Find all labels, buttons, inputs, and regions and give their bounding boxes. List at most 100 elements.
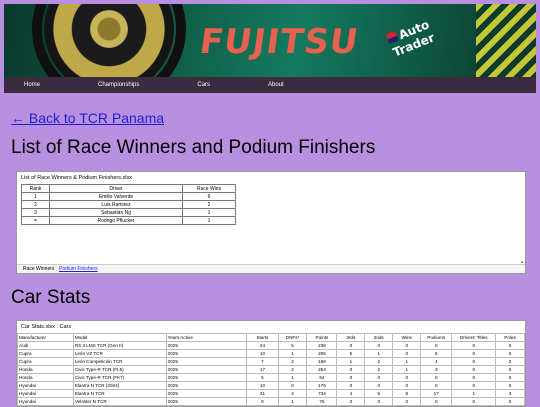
table-cell: 0 (495, 349, 525, 358)
table-row: HyundaiElantra N TCR202531473445817136 (17, 389, 525, 398)
table-cell: Hyundai (17, 381, 74, 390)
table-cell: Honda (17, 373, 74, 382)
nav-championships[interactable]: Championships (98, 82, 139, 88)
column-header: Model (72, 333, 167, 342)
table-cell: 4 (277, 389, 308, 398)
table-cell: 1 (277, 373, 308, 382)
table-cell: 2025 (165, 357, 248, 366)
table-row: Honda Civic Type-R TCR (FK7) 2025 5 1 64 0 0 0 0 0… (17, 373, 525, 382)
table-cell: Honda (17, 365, 74, 374)
table-cell: 1 (182, 208, 236, 217)
table-row: HyundaiVeloster N TCR202581760000000 (17, 397, 525, 406)
table-cell: Rodrigo Pflucker (49, 216, 183, 225)
table-cell: 2025 (165, 373, 248, 382)
table-cell: Elantra N TCR (72, 389, 167, 398)
table-cell: RS 3 LMS TCR (Gen II) (72, 341, 167, 350)
page-title-winners: List of Race Winners and Podium Finisher… (11, 137, 376, 158)
table-cell: 0 (392, 341, 422, 350)
table-cell: Hyundai (17, 389, 74, 398)
table-cell: 10 (246, 349, 279, 358)
table-cell: 0 (336, 365, 366, 374)
table-cell: 0 (336, 381, 366, 390)
table-cell: 2025 (165, 397, 248, 406)
table-cell: 2 (277, 365, 308, 374)
table-cell: = (21, 216, 50, 225)
table-cell: 1 (392, 357, 422, 366)
tab-race-winners[interactable]: Race Winners (23, 266, 54, 272)
flag-icon (385, 30, 399, 45)
table-cell: 2025 (165, 389, 248, 398)
table-cell: 17 (420, 389, 453, 398)
fujitsu-logo: FUJITSU (197, 22, 362, 62)
table-cell: 2 (495, 357, 525, 366)
table-row: 2 Luis Ramirez 2 (21, 200, 236, 209)
table-cell: 0 (364, 381, 394, 390)
table-cell: 76 (306, 397, 338, 406)
column-header: 2nds (364, 333, 394, 342)
table-cell: Civic Type-R TCR (FK7) (72, 373, 167, 382)
table-cell: 0 (336, 373, 366, 382)
table-cell: 1 (364, 349, 394, 358)
column-header: DNFs* (277, 333, 308, 342)
winners-sheet-title: List of Race Winners & Podium Finishers.… (21, 175, 132, 181)
table-cell: 0 (392, 373, 422, 382)
table-cell: Sebastián Ng (49, 208, 183, 217)
table-cell: 2025 (165, 349, 248, 358)
table-cell: 2 (364, 365, 394, 374)
table-cell: 0 (451, 349, 497, 358)
table-cell: 31 (246, 389, 279, 398)
table-cell: 1 (277, 349, 308, 358)
table-cell: 64 (306, 373, 338, 382)
table-cell: 0 (495, 381, 525, 390)
table-cell: 2025 (165, 381, 248, 390)
col-driver: Driver (49, 184, 183, 193)
table-cell: 0 (451, 373, 497, 382)
nav-about[interactable]: About (268, 82, 284, 88)
column-header: Manufacturer (17, 333, 74, 342)
table-cell: 0 (420, 373, 453, 382)
column-header: Starts (246, 333, 279, 342)
table-cell: 0 (277, 381, 308, 390)
winners-spreadsheet-embed[interactable]: List of Race Winners & Podium Finishers.… (16, 171, 526, 274)
table-cell: 1 (21, 192, 50, 201)
table-cell: Civic Type-R TCR (FL5) (72, 365, 167, 374)
table-cell: 8 (392, 389, 422, 398)
back-link[interactable]: ← Back to TCR Panama (11, 110, 164, 126)
column-header: 3rds (336, 333, 366, 342)
table-cell: 8 (246, 397, 279, 406)
table-cell: 236 (306, 341, 338, 350)
table-cell: 0 (364, 341, 394, 350)
table-cell: 0 (364, 397, 394, 406)
nav-home[interactable]: Home (24, 82, 40, 88)
table-cell: 2 (182, 200, 236, 209)
table-cell: 10 (246, 381, 279, 390)
decal-stripes (476, 4, 536, 77)
table-cell: 0 (495, 341, 525, 350)
table-cell: 734 (306, 389, 338, 398)
table-cell: 2 (364, 357, 394, 366)
table-row: Audi RS 3 LMS TCR (Gen II) 2025 24 5 236 0 0 0 0 0… (17, 341, 525, 350)
table-cell: 0 (336, 341, 366, 350)
table-cell: 2025 (165, 341, 248, 350)
tab-podium-finishers[interactable]: Podium Finishers (59, 266, 98, 272)
table-cell: 1 (336, 357, 366, 366)
cars-table: Manufacturer Model Years Active Starts DNFs*… (17, 333, 525, 406)
table-cell: 0 (364, 373, 394, 382)
nav-cars[interactable]: Cars (197, 82, 210, 88)
table-cell: 254 (306, 365, 338, 374)
table-cell: Emilio Valverde (49, 192, 183, 201)
col-race-wins: Race Wins (182, 184, 236, 193)
cars-spreadsheet-embed[interactable]: Car Stats.xlsx : Cars Manufacturer Model Y… (16, 320, 526, 407)
table-cell: 2025 (165, 365, 248, 374)
column-header: Poles (495, 333, 525, 342)
table-cell: 24 (246, 341, 279, 350)
table-row: 1 Emilio Valverde 6 (21, 192, 236, 201)
table-cell: 0 (495, 365, 525, 374)
table-cell: 3 (21, 208, 50, 217)
table-cell: Veloster N TCR (72, 397, 167, 406)
column-header: FL (523, 333, 525, 342)
table-row: CupraLeón VZ TCR20251012055106002 (17, 349, 525, 358)
sheet-tabs: Race Winners Podium Finishers (17, 264, 525, 273)
table-cell: León Competición TCR (72, 357, 167, 366)
table-cell: 0 (420, 341, 453, 350)
